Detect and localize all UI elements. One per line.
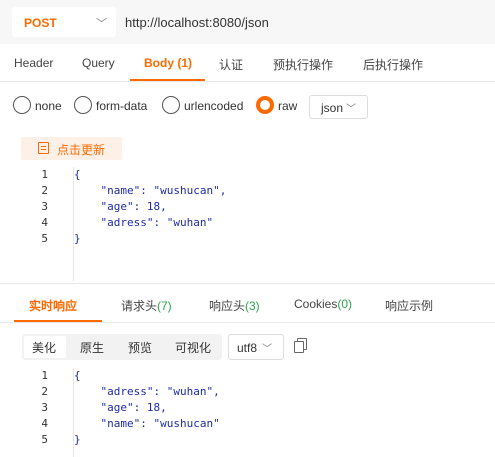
code-line: "adress": "wuhan", <box>74 385 220 398</box>
radio-form-data[interactable] <box>74 96 92 114</box>
radio-form-data-label: form-data <box>96 99 148 113</box>
line-number: 2 <box>41 385 48 398</box>
method-select[interactable]: POST ﹀ <box>12 7 116 37</box>
tab-body[interactable]: Body (1) <box>144 56 192 70</box>
tab-response-headers-count: (3) <box>245 299 260 313</box>
code-line: { <box>74 168 81 181</box>
tab-body-count: (1) <box>177 56 193 70</box>
tab-header[interactable]: Header <box>14 56 53 70</box>
tab-post-request[interactable]: 后执行操作 <box>363 56 423 73</box>
radio-raw-label: raw <box>278 99 298 113</box>
code-line: "age": 18, <box>74 200 167 213</box>
radio-none[interactable] <box>13 96 31 114</box>
tab-response-headers[interactable]: 响应头(3) <box>209 297 260 314</box>
tab-body-label: Body <box>144 56 174 70</box>
tab-query[interactable]: Query <box>82 56 115 70</box>
code-line: } <box>74 232 81 245</box>
body-format-select[interactable]: json ﹀ <box>309 95 368 119</box>
tab-pre-request[interactable]: 预执行操作 <box>273 56 333 73</box>
line-number: 5 <box>41 232 48 245</box>
body-format-value: json <box>321 101 344 115</box>
radio-urlencoded[interactable] <box>162 96 180 114</box>
code-line: "name": "wushucan" <box>74 417 220 430</box>
radio-urlencoded-label: urlencoded <box>184 99 244 113</box>
code-line: "age": 18, <box>74 401 167 414</box>
tab-live-response[interactable]: 实时响应 <box>29 297 77 314</box>
request-body-editor[interactable]: 1{ 2 "name": "wushucan", 3 "age": 18, 4 … <box>0 167 495 281</box>
tab-cookies-count: (0) <box>337 297 353 311</box>
active-response-tab-indicator <box>14 320 102 322</box>
line-number: 5 <box>41 433 48 446</box>
view-raw-button[interactable]: 原生 <box>80 339 104 356</box>
request-tabs: Header Query Body (1) 认证 预执行操作 后执行操作 <box>0 44 495 82</box>
radio-none-label: none <box>35 99 62 113</box>
tab-request-headers-count: (7) <box>157 299 172 313</box>
line-number: 2 <box>41 184 48 197</box>
tab-request-headers-label: 请求头 <box>121 299 158 313</box>
tab-response-headers-label: 响应头 <box>209 299 246 313</box>
code-line: { <box>74 369 81 382</box>
chevron-down-icon: ﹀ <box>262 344 272 355</box>
view-preview-button[interactable]: 预览 <box>128 339 152 356</box>
copy-icon[interactable] <box>294 338 307 353</box>
view-mode-toolbar: 美化 原生 预览 可视化 <box>22 334 222 360</box>
tab-cookies-label: Cookies <box>294 297 338 311</box>
line-number: 1 <box>41 369 48 382</box>
code-line: "name": "wushucan", <box>74 184 227 197</box>
line-number: 1 <box>41 168 48 181</box>
line-number: 4 <box>41 417 48 430</box>
method-label: POST <box>24 16 57 30</box>
tab-request-headers[interactable]: 请求头(7) <box>121 297 172 314</box>
url-bar: POST ﹀ http://localhost:8080/json <box>0 0 495 44</box>
document-icon <box>38 142 49 154</box>
update-button-label: 点击更新 <box>57 143 106 157</box>
code-line: "adress": "wuhan" <box>74 216 214 229</box>
response-tabs: 实时响应 请求头(7) 响应头(3) Cookies(0) 响应示例 <box>0 283 495 323</box>
active-tab-indicator <box>130 79 205 81</box>
url-input[interactable]: http://localhost:8080/json <box>125 15 269 30</box>
line-number: 3 <box>41 200 48 213</box>
update-button[interactable]: 点击更新 <box>21 137 122 160</box>
view-pretty-button[interactable]: 美化 <box>32 339 56 356</box>
response-body-viewer[interactable]: 1 { 2 "adress": "wuhan", 3 "age": 18, 4 "… <box>0 368 495 457</box>
body-type-group: none form-data urlencoded raw <box>0 88 495 122</box>
line-number: 3 <box>41 401 48 414</box>
chevron-down-icon: ﹀ <box>346 104 356 115</box>
view-visualize-button[interactable]: 可视化 <box>175 339 211 356</box>
tab-response-examples[interactable]: 响应示例 <box>385 297 433 314</box>
chevron-down-icon: ﹀ <box>96 18 107 30</box>
line-number: 4 <box>41 216 48 229</box>
radio-raw[interactable] <box>256 96 274 114</box>
encoding-select[interactable]: utf8 ﹀ <box>228 334 284 360</box>
tab-auth[interactable]: 认证 <box>219 56 243 73</box>
encoding-value: utf8 <box>237 341 258 355</box>
code-line: } <box>74 433 81 446</box>
tab-cookies[interactable]: Cookies(0) <box>294 297 352 311</box>
